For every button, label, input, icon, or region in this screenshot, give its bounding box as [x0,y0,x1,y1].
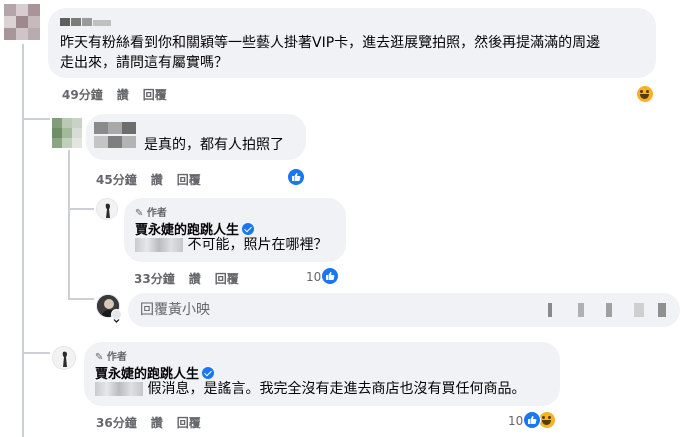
commenter-avatar-blurred[interactable] [4,4,40,40]
comment-meta: 36分鐘讚回覆 [96,414,215,431]
blurred-icon[interactable] [548,303,552,317]
reaction-count[interactable]: 10 [306,270,321,284]
author-avatar[interactable] [96,198,118,220]
reply-button[interactable]: 回覆 [215,272,239,286]
comment-meta: 49分鐘讚回覆 [62,86,181,103]
thread-connector [68,298,94,300]
comment-bubble: 昨天有粉絲看到你和關穎等一些藝人掛著VIP卡，進去逛展覽拍照，然後再提滿滿的周邊… [48,8,656,78]
commenter-avatar-blurred[interactable] [52,118,82,148]
comment-row: 不可能，照片在哪裡？ [135,234,327,256]
thread-line [22,44,24,437]
blurred-icon[interactable] [634,303,644,317]
author-badge: ✎ 作者 [135,208,167,219]
comment-meta: 33分鐘讚回覆 [134,270,253,287]
author-comment-bubble: ✎ 作者 賈永婕的跑跳人生 不可能，照片在哪裡？ [124,198,346,262]
thread-connector [22,118,50,120]
comment-row: 假消息，是謠言。我完全沒有走進去商店也沒有買任何商品。 [95,378,525,400]
comment-text: 不可能，照片在哪裡？ [187,237,328,253]
timestamp[interactable]: 36分鐘 [96,416,137,430]
like-button[interactable]: 讚 [151,173,163,187]
haha-reaction-icon[interactable] [636,85,654,103]
author-comment-bubble: ✎ 作者 賈永婕的跑跳人生 假消息，是謠言。我完全沒有走進去商店也沒有買任何商品… [84,342,560,406]
reply-button[interactable]: 回覆 [177,173,201,187]
blurred-icon[interactable] [578,303,584,317]
comment-text-line-2: 走出來，請問這有屬實嗎？ [60,55,228,71]
timestamp[interactable]: 33分鐘 [134,272,175,286]
reply-button[interactable]: 回覆 [143,88,167,102]
thread-connector [68,208,94,210]
blurred-icon[interactable] [658,303,666,317]
timestamp[interactable]: 45分鐘 [96,173,137,187]
thread-connector [22,352,50,354]
like-reaction-icon[interactable] [287,168,305,186]
like-reaction-icon[interactable] [523,411,541,429]
like-reaction-icon[interactable] [321,267,339,285]
reply-placeholder: 回覆黃小映 [140,302,210,318]
commenter-name-blurred[interactable] [60,16,112,28]
like-button[interactable]: 讚 [117,88,129,102]
comment-text: 假消息，是謠言。我完全沒有走進去商店也沒有買任何商品。 [147,381,526,397]
comment-text: 是真的，都有人拍照了 [144,137,284,153]
reply-input[interactable]: 回覆黃小映 [128,293,680,327]
reply-button[interactable]: 回覆 [177,416,201,430]
author-avatar[interactable] [52,346,76,370]
commenter-name-blurred[interactable] [94,122,140,152]
reaction-count[interactable]: 10 [508,414,523,428]
author-badge: ✎ 作者 [95,352,127,363]
pencil-icon: ✎ [135,208,144,219]
mentioned-name-blurred[interactable] [135,238,183,252]
timestamp[interactable]: 49分鐘 [62,88,103,102]
mentioned-name-blurred[interactable] [95,382,143,396]
pencil-icon: ✎ [95,352,104,363]
comment-text-line-1: 昨天有粉絲看到你和關穎等一些藝人掛著VIP卡，進去逛展覽拍照，然後再提滿滿的周邊 [60,35,601,51]
thread-line [68,150,70,300]
like-button[interactable]: 讚 [151,416,163,430]
comment-bubble: 是真的，都有人拍照了 [86,114,306,160]
like-button[interactable]: 讚 [189,272,201,286]
account-switch-chevron-icon[interactable] [111,309,122,323]
blurred-icon[interactable] [606,303,612,317]
comment-meta: 45分鐘讚回覆 [96,171,215,188]
